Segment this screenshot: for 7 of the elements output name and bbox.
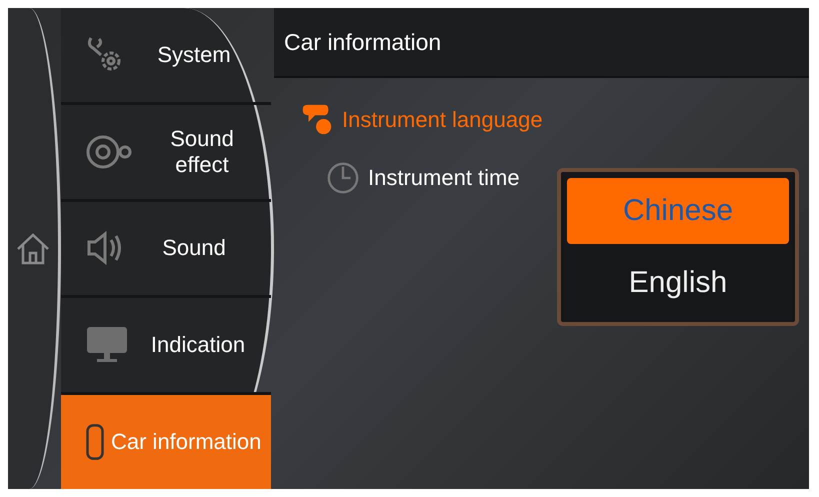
menu-item[interactable]: Sound effect [61, 104, 271, 202]
setting-item[interactable]: Instrument language [300, 98, 543, 142]
page-title: Car information [284, 28, 442, 56]
setting-item[interactable]: Instrument time [300, 156, 543, 200]
menu-item[interactable]: System [61, 8, 271, 105]
menu-item[interactable]: Sound [61, 202, 271, 298]
language-option[interactable]: English [567, 250, 789, 316]
